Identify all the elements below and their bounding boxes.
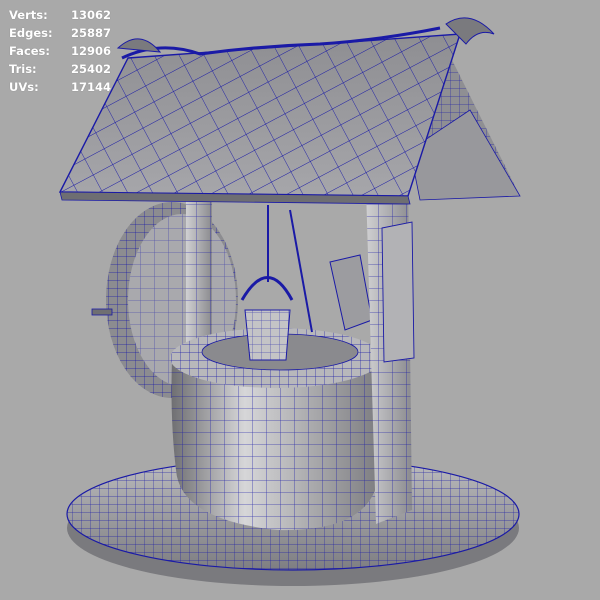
left-post xyxy=(186,196,212,346)
verts-label: Verts: xyxy=(9,8,48,22)
edges-value: 25887 xyxy=(71,26,112,40)
bucket-lid xyxy=(329,254,373,331)
poly-count-hud: Verts: 13062 Edges: 25887 Faces: 12906 T… xyxy=(9,8,135,94)
uvs-label: UVs: xyxy=(9,80,39,94)
tris-value: 25402 xyxy=(71,62,112,76)
faces-label: Faces: xyxy=(9,44,51,58)
uvs-value: 17144 xyxy=(71,80,112,94)
edges-label: Edges: xyxy=(9,26,53,40)
faces-value: 12906 xyxy=(71,44,112,58)
tris-label: Tris: xyxy=(9,62,37,76)
verts-value: 13062 xyxy=(71,8,112,22)
3d-viewport[interactable]: Verts: 13062 Edges: 25887 Faces: 12906 T… xyxy=(0,0,600,600)
